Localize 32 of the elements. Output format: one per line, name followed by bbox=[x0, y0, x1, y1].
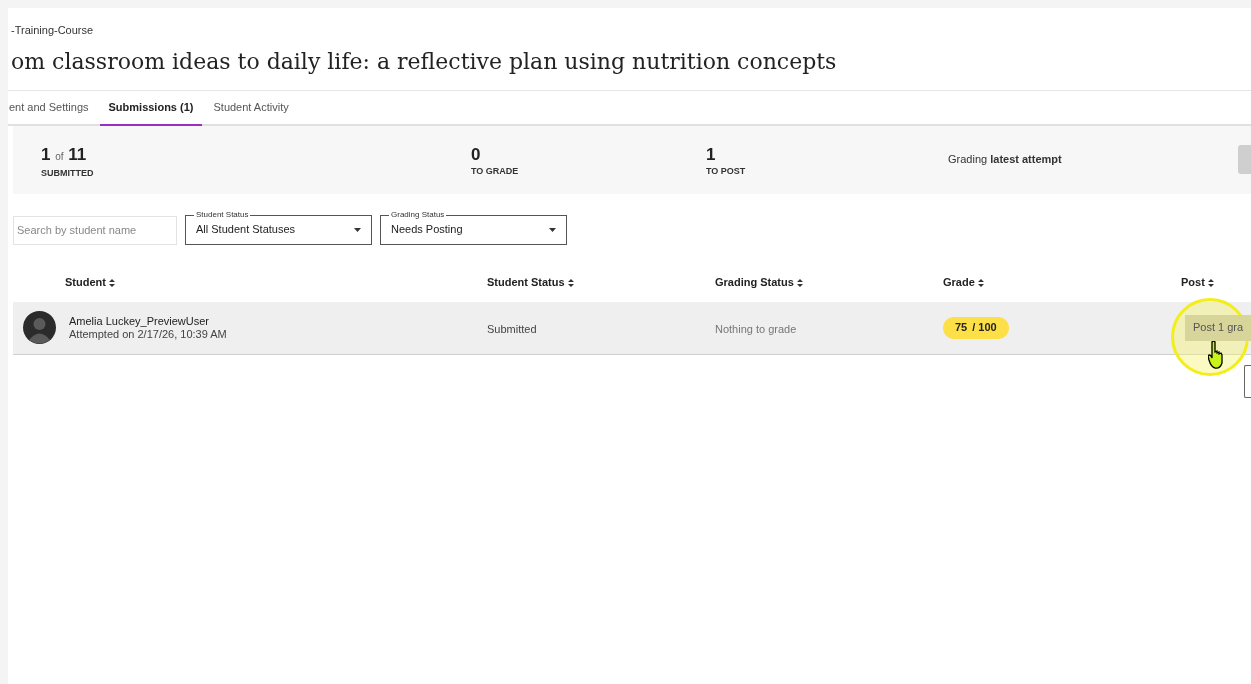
student-name[interactable]: Amelia Luckey_PreviewUser bbox=[69, 314, 209, 328]
stat-value: 1 of 11 bbox=[41, 144, 88, 166]
column-header[interactable]: Student bbox=[65, 274, 106, 291]
caret-icon bbox=[549, 227, 556, 232]
search-field[interactable]: Search by student name bbox=[13, 215, 177, 245]
attempt-date: Attempted on 2/17/26, 10:39 AM bbox=[69, 327, 227, 341]
stat-label: TO GRADE bbox=[471, 164, 519, 178]
table-cell: Submitted bbox=[487, 322, 537, 335]
caret-icon bbox=[354, 227, 361, 232]
sort-icon bbox=[977, 278, 984, 287]
stat-value: 0 bbox=[471, 144, 482, 165]
stat-label: TO POST bbox=[706, 164, 746, 178]
sort-icon bbox=[1207, 278, 1214, 287]
grading-mode-text: Grading latest attempt bbox=[948, 152, 1062, 168]
hand-cursor-icon bbox=[1208, 340, 1224, 370]
column-header[interactable]: Student Status bbox=[487, 274, 565, 291]
column-header[interactable]: Grade bbox=[943, 274, 975, 291]
tab[interactable]: ent and Settings bbox=[8, 90, 98, 124]
sort-icon bbox=[108, 278, 115, 287]
column-header[interactable]: Post bbox=[1181, 274, 1205, 291]
page-title: om classroom ideas to daily life: a reflective plan using nutrition concepts bbox=[11, 47, 837, 76]
sort-icon bbox=[796, 278, 803, 287]
stat-label: SUBMITTED bbox=[41, 166, 94, 180]
sort-icon bbox=[567, 278, 574, 287]
grade-pill[interactable]: 75 / 100 bbox=[943, 316, 1009, 339]
column-header[interactable]: Grading Status bbox=[715, 274, 794, 291]
stat-value: 1 bbox=[706, 144, 717, 165]
breadcrumb[interactable]: -Training-Course bbox=[11, 22, 94, 39]
tab[interactable]: Student Activity bbox=[204, 90, 298, 124]
table-cell: Nothing to grade bbox=[715, 322, 797, 335]
avatar-icon bbox=[22, 311, 56, 344]
post-grade-button[interactable]: Post 1 gra bbox=[1185, 314, 1251, 341]
